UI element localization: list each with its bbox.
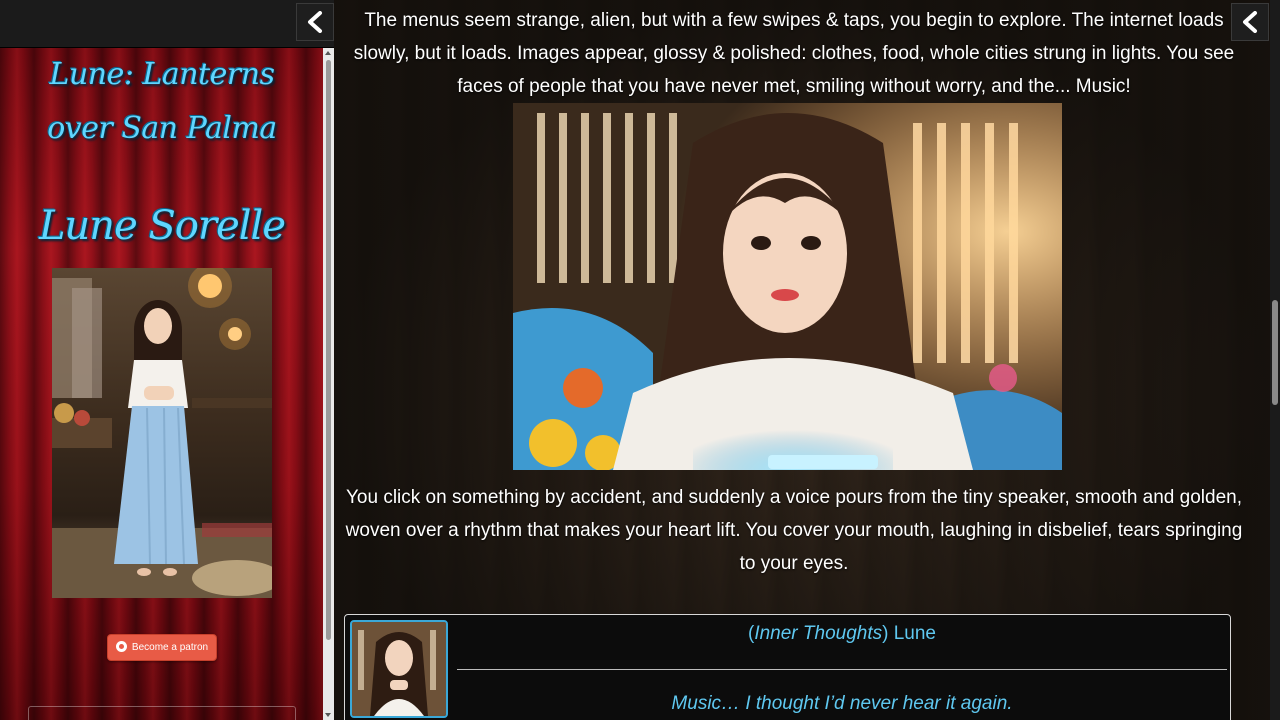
main-scrollbar-thumb[interactable] [1272,300,1278,405]
sidebar-scrollbar[interactable] [323,48,334,720]
sidebar-collapse-button[interactable] [296,3,334,41]
sidebar-topbar [0,0,334,48]
story-title: Lune: Lanterns over San Palma [47,57,277,146]
story-passage: The menus seem strange, alien, but with … [334,0,1270,720]
patreon-icon [115,641,127,652]
sidebar-bottom-panel [28,706,296,720]
main-scrollbar[interactable] [1270,0,1280,720]
story-sidebar: Lune: Lanterns over San Palma Lune Sorel… [0,48,323,720]
character-portrait [52,268,272,598]
scroll-down-arrow-icon[interactable] [325,713,331,717]
panel-collapse-button[interactable] [1231,3,1269,41]
passage-paragraph: You click on something by accident, and … [345,487,1243,574]
speaker-name: Lune [888,623,936,644]
lune-avatar [350,620,448,718]
inner-thoughts-label: Inner Thoughts [754,623,883,644]
chevron-left-icon [1243,11,1257,33]
divider [457,669,1227,670]
passage-paragraph: The menus seem strange, alien, but with … [353,10,1235,97]
scene-image [513,103,1062,470]
chevron-left-icon [308,11,322,33]
character-name: Lune Sorelle [38,203,286,249]
inner-thoughts-title: (Inner Thoughts) Lune [747,623,936,644]
become-patron-button[interactable]: Become a patron [107,634,217,661]
inner-thoughts-text: Music… I thought I’d never hear it again… [671,693,1013,714]
inner-thoughts-box: (Inner Thoughts) Lune Music… I thought I… [344,614,1231,720]
scroll-up-arrow-icon[interactable] [325,51,331,55]
become-patron-label: Become a patron [131,642,209,653]
sidebar-scrollbar-thumb[interactable] [326,60,331,640]
